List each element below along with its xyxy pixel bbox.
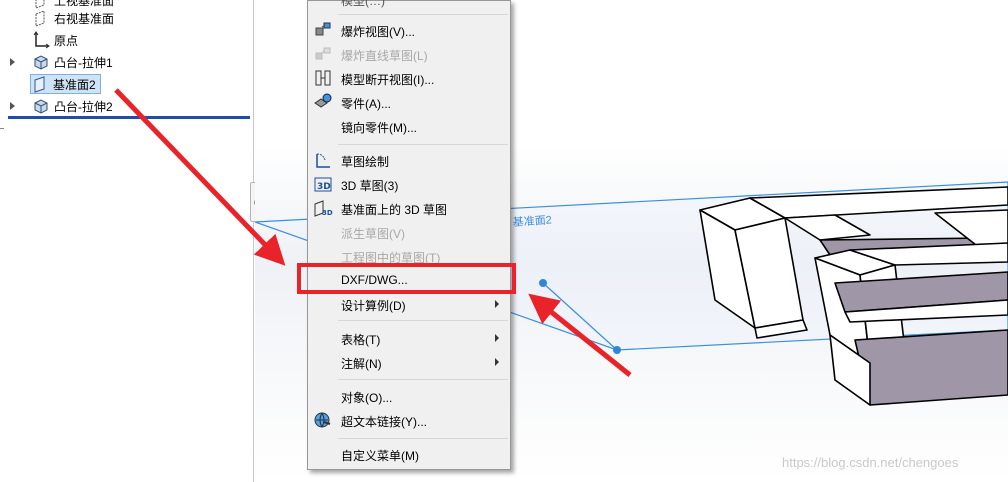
arrow-to-dxf-item [528,293,632,377]
annotation-arrows [114,88,632,377]
watermark-text: https://blog.csdn.net/chengoes [782,455,959,470]
arrow-from-plane-to-menu [114,88,286,266]
